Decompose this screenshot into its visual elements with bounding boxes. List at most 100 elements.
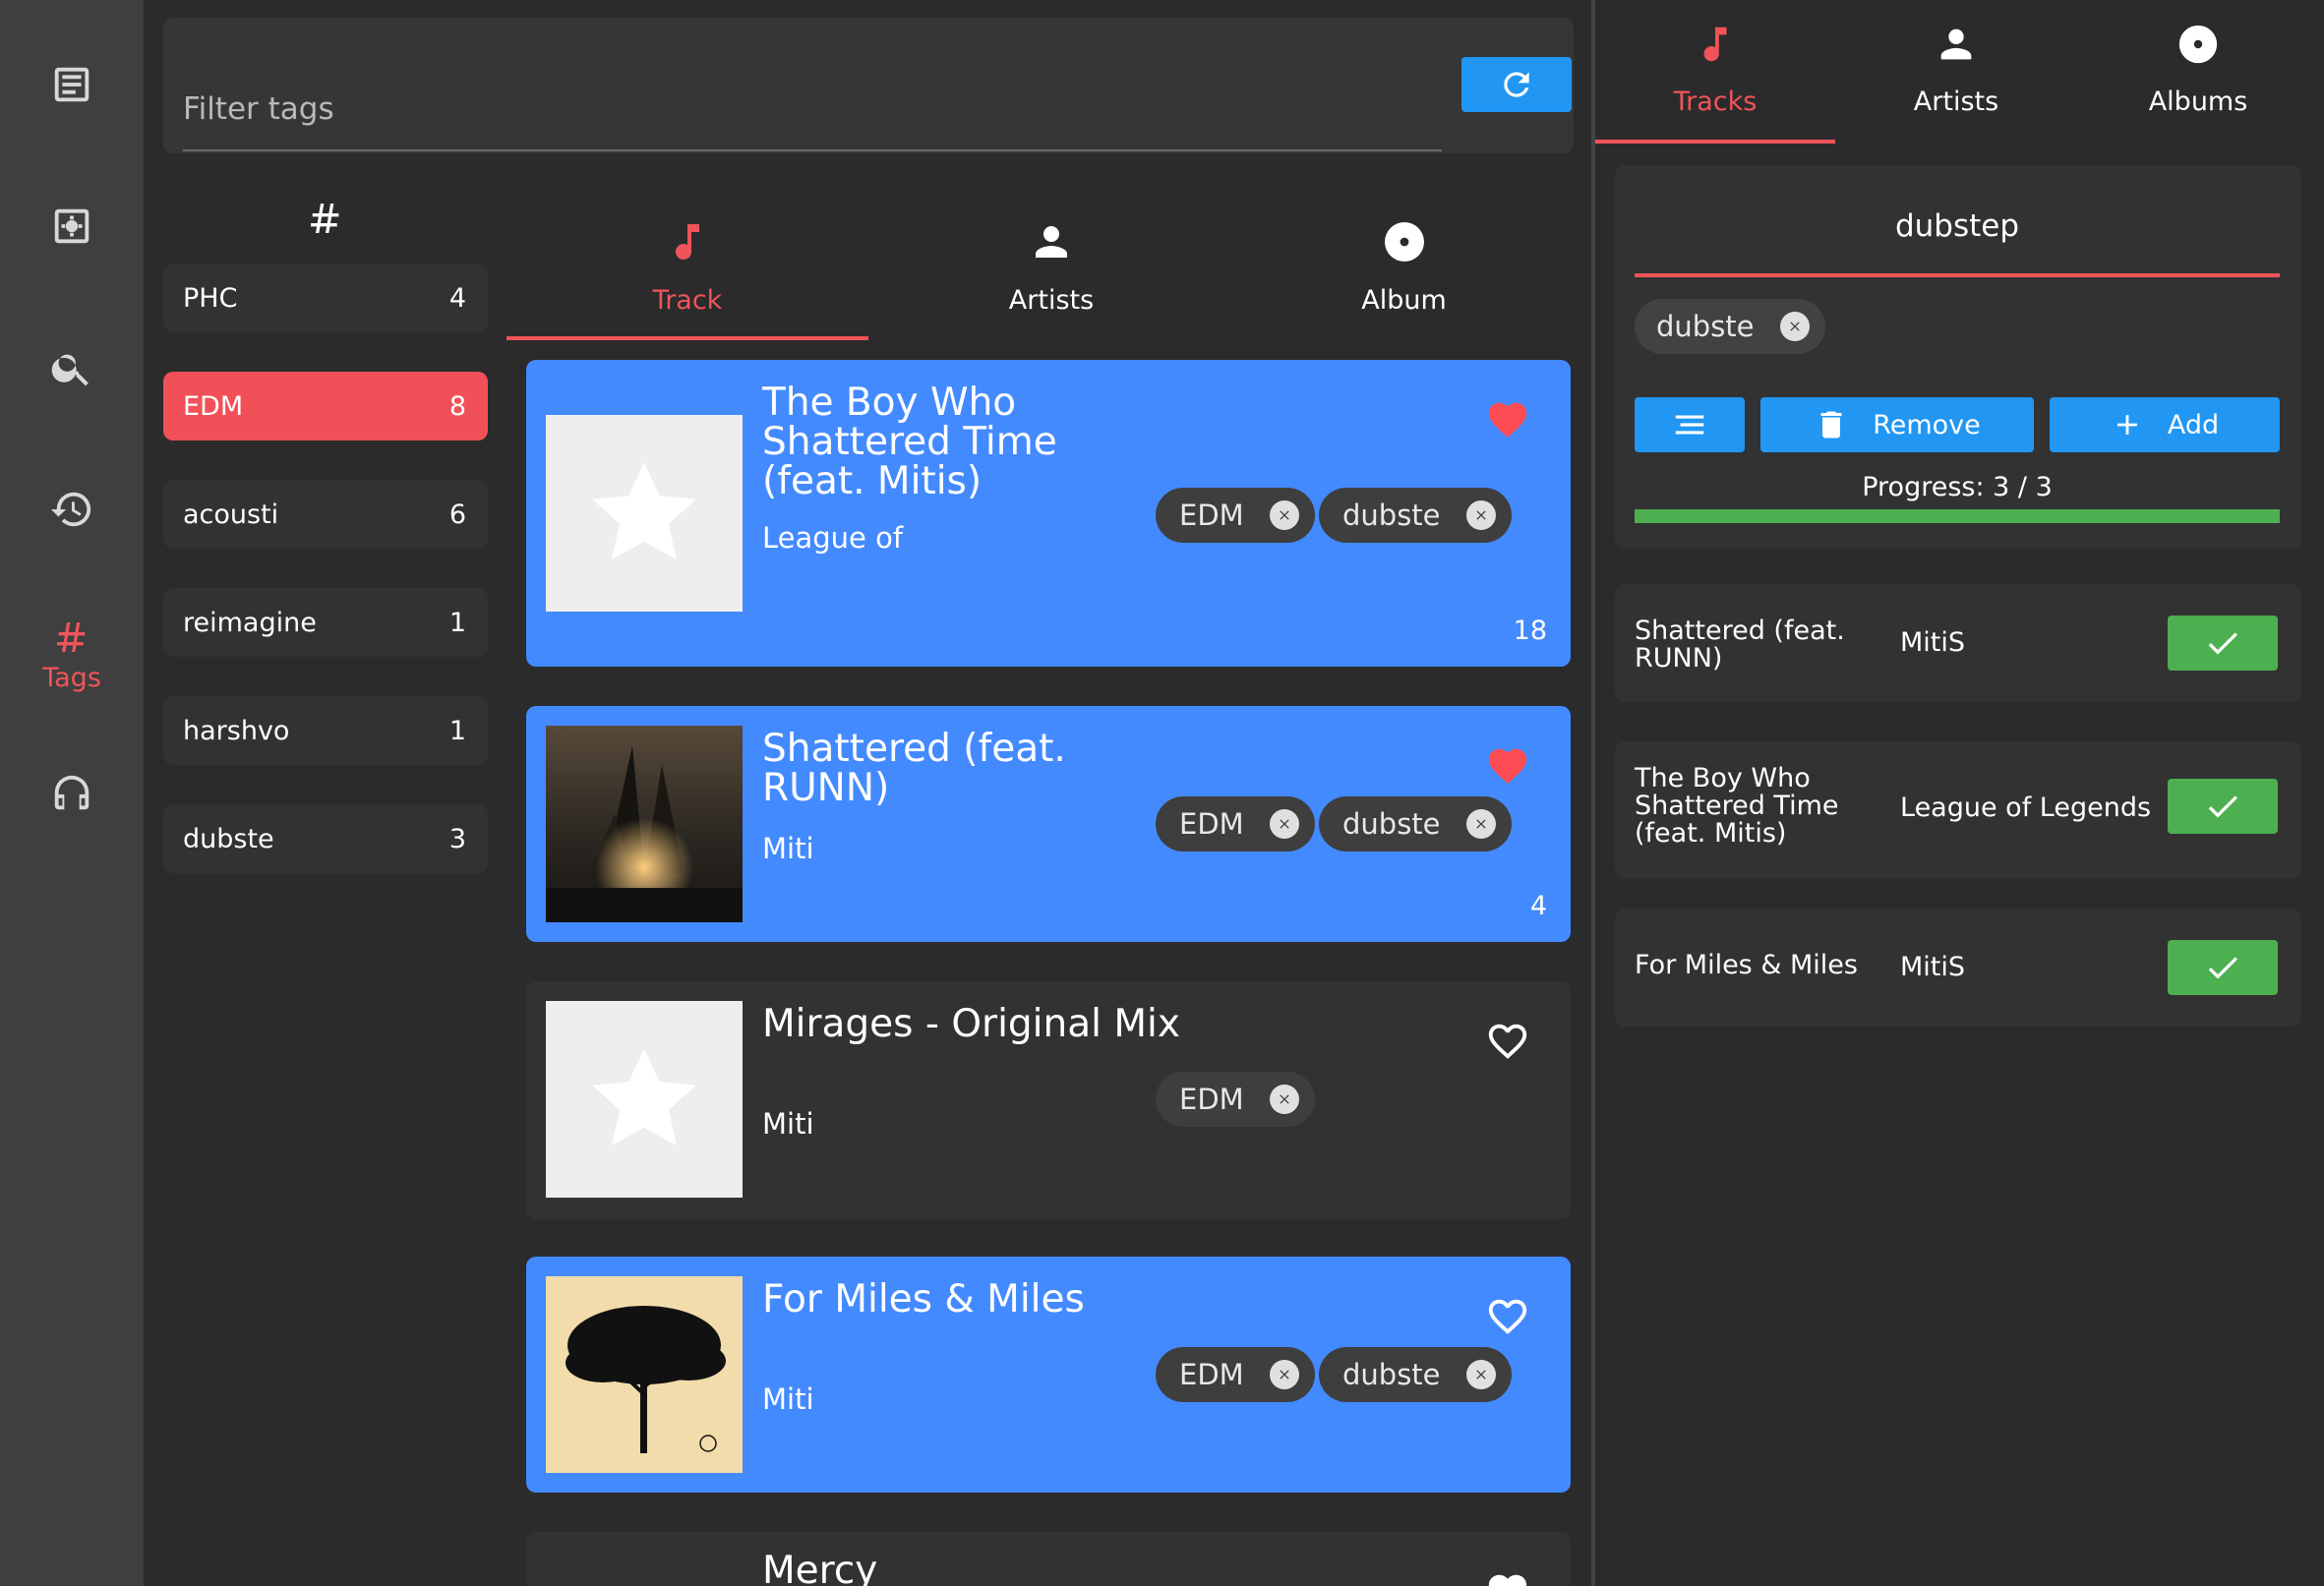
tags-header (163, 193, 488, 244)
tag-chip: dubste (1319, 488, 1512, 543)
tag-item-edm[interactable]: EDM 8 (163, 372, 488, 441)
disc-icon (1384, 222, 1424, 262)
remove-button-label: Remove (1873, 409, 1981, 441)
tag-count: 1 (448, 607, 466, 638)
refresh-button[interactable] (1461, 57, 1572, 112)
done-button[interactable] (2168, 779, 2278, 834)
headphones-icon (54, 775, 89, 810)
tag-item-reimagine[interactable]: reimagine 1 (163, 588, 488, 657)
tag-chip-label: EDM (1179, 1358, 1244, 1391)
sort-button[interactable] (1635, 397, 1745, 452)
tag-name-field[interactable]: dubstep (1635, 208, 2280, 248)
tab-albums-label: Albums (2148, 87, 2248, 117)
active-tab-indicator (507, 336, 868, 340)
disc-icon (2178, 25, 2218, 64)
nav-history[interactable] (0, 450, 144, 568)
document-icon (54, 67, 89, 102)
tag-name: acousti (183, 499, 279, 530)
result-row: The Boy Who Shattered Time (feat. Mitis)… (1615, 741, 2301, 879)
remove-tag-icon[interactable] (1465, 500, 1496, 530)
active-tab-indicator (1595, 140, 1835, 144)
result-artist: League of Legends (1900, 793, 2152, 823)
track-title: Mirages - Original Mix (762, 1002, 1180, 1046)
tab-track[interactable]: Track (507, 206, 868, 340)
search-icon (51, 354, 89, 386)
album-art (546, 1276, 743, 1473)
track-card[interactable]: Mirages - Original Mix Miti EDM (526, 981, 1571, 1219)
tab-artists[interactable]: Artists (1835, 0, 2077, 144)
tag-count: 8 (448, 390, 466, 422)
trash-icon (1820, 411, 1842, 439)
app-window: Tags PHC 4 EDM 8 acousti 6 reimagine 1 h… (0, 0, 2324, 1586)
tag-chip-label: EDM (1179, 499, 1244, 532)
tag-name: EDM (183, 390, 244, 422)
remove-tag-icon[interactable] (1269, 809, 1299, 839)
tab-albums[interactable]: Albums (2077, 0, 2319, 144)
done-button[interactable] (2168, 616, 2278, 671)
album-art-placeholder (546, 415, 743, 612)
track-title: Shattered (feat. RUNN) (762, 727, 1066, 810)
tab-tracks[interactable]: Tracks (1595, 0, 1835, 144)
track-artist: Miti (762, 832, 814, 865)
progress-bar-fill (1635, 509, 2280, 523)
tag-item-phc[interactable]: PHC 4 (163, 264, 488, 332)
star-icon (592, 1048, 696, 1146)
remove-button[interactable]: Remove (1760, 397, 2034, 452)
track-card[interactable]: Shattered (feat. RUNN) Miti EDM dubste 4 (526, 706, 1571, 942)
track-card[interactable]: The Boy Who Shattered Time (feat. Mitis)… (526, 360, 1571, 667)
heart-outline-icon[interactable] (1485, 1569, 1530, 1586)
tag-item-dubste[interactable]: dubste 3 (163, 804, 488, 873)
track-card[interactable]: Mercy (526, 1532, 1571, 1586)
tag-chip-label: dubste (1342, 1358, 1441, 1391)
tag-chip-label: EDM (1179, 807, 1244, 841)
tag-chip-label: dubste (1342, 807, 1441, 841)
music-note-icon (1703, 27, 1727, 62)
plus-icon (2116, 415, 2137, 435)
remove-tag-icon[interactable] (1269, 1085, 1299, 1114)
remove-tag-icon[interactable] (1465, 1360, 1496, 1389)
play-count: 4 (1529, 891, 1547, 921)
result-artist: MitiS (1900, 952, 1966, 982)
checkmark-icon (2208, 632, 2237, 655)
tag-item-harshvo[interactable]: harshvo 1 (163, 696, 488, 765)
remove-tag-icon[interactable] (1269, 1360, 1299, 1389)
tag-chip-label: dubste (1656, 310, 1755, 343)
filter-tags-input[interactable] (183, 69, 1442, 151)
nav-tags-label: Tags (42, 662, 101, 693)
track-card[interactable]: For Miles & Miles Miti EDM dubste (526, 1257, 1571, 1493)
tag-chip: EDM (1156, 1072, 1315, 1127)
track-artist: Miti (762, 1382, 814, 1416)
nav-settings[interactable] (0, 167, 144, 285)
star-icon (592, 462, 696, 560)
tag-item-acousti[interactable]: acousti 6 (163, 480, 488, 549)
heart-outline-icon[interactable] (1485, 1019, 1530, 1064)
tab-album-label: Album (1361, 285, 1447, 316)
sort-lines-icon (1675, 415, 1704, 435)
nav-listen[interactable] (0, 734, 144, 852)
nav-documents[interactable] (0, 26, 144, 144)
tag-name: PHC (183, 282, 238, 314)
progress-label: Progress: 3 / 3 (1862, 472, 2053, 502)
remove-tag-icon[interactable] (1269, 500, 1299, 530)
tag-chip: EDM (1156, 488, 1315, 543)
tab-artists[interactable]: Artists (868, 206, 1234, 340)
music-note-icon (676, 224, 699, 261)
nav-tags[interactable]: Tags (0, 596, 144, 714)
result-artist: MitiS (1900, 627, 1966, 658)
nav-rail: Tags (0, 0, 144, 1586)
heart-outline-icon[interactable] (1485, 1294, 1530, 1339)
heart-filled-icon[interactable] (1485, 397, 1530, 442)
tag-name: dubste (183, 823, 274, 854)
filter-bar (163, 18, 1574, 153)
nav-search[interactable] (0, 309, 144, 427)
tab-album[interactable]: Album (1234, 206, 1574, 340)
progress-bar (1635, 509, 2280, 523)
remove-tag-icon[interactable] (1465, 809, 1496, 839)
done-button[interactable] (2168, 940, 2278, 995)
remove-tag-icon[interactable] (1779, 312, 1810, 341)
add-button[interactable]: Add (2050, 397, 2280, 452)
result-row: Shattered (feat. RUNN) MitiS (1615, 584, 2301, 702)
heart-filled-icon[interactable] (1485, 743, 1530, 789)
result-title: For Miles & Miles (1635, 950, 1858, 980)
add-button-label: Add (2167, 409, 2220, 441)
